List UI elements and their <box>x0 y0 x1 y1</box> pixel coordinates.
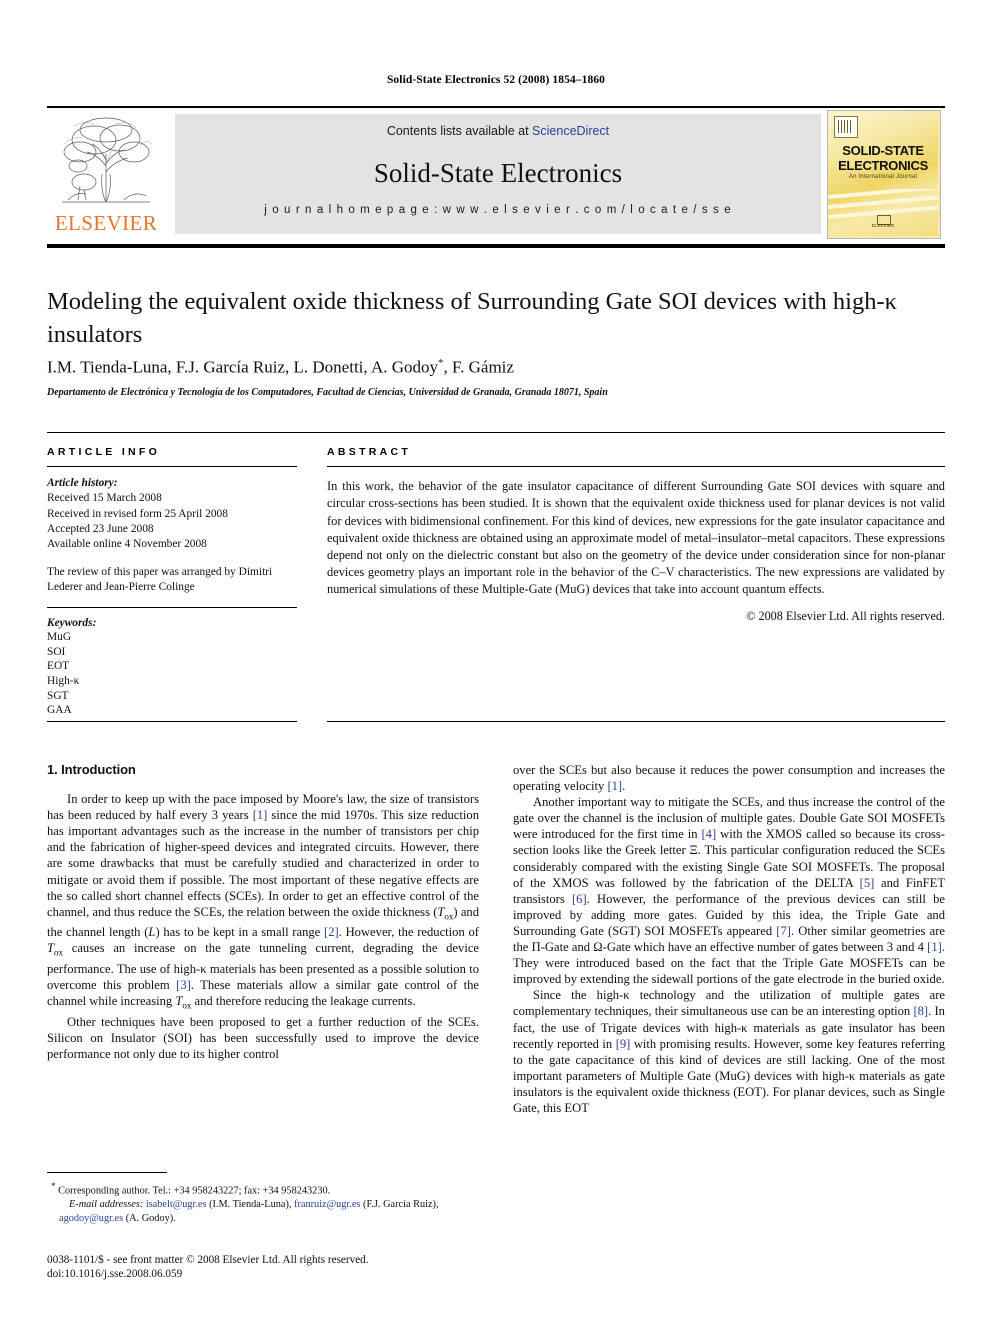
article-info-divider <box>47 466 297 468</box>
paragraph: In order to keep up with the pace impose… <box>47 792 479 1011</box>
abstract-text: In this work, the behavior of the gate i… <box>327 479 945 597</box>
elsevier-logo: ELSEVIER <box>47 110 165 238</box>
email-link[interactable]: agodoy@ugr.es <box>59 1213 123 1224</box>
authors-main: I.M. Tienda-Luna, F.J. García Ruiz, L. D… <box>47 357 439 377</box>
cover-elsevier-icon <box>834 116 858 138</box>
paragraph: Another important way to mitigate the SC… <box>513 795 946 987</box>
footnote-block: * Corresponding author. Tel.: +34 958243… <box>47 1180 479 1225</box>
article-info-column: ARTICLE INFO Article history: Received 1… <box>47 446 297 718</box>
review-note: The review of this paper was arranged by… <box>47 566 273 594</box>
article-history-label: Article history: <box>47 477 118 490</box>
footnote-rule <box>47 1172 167 1174</box>
cover-title-line2: ELECTRONICS <box>838 158 928 173</box>
masthead-bottom-rule <box>47 244 945 248</box>
abstract-divider <box>327 466 945 468</box>
article-info-heading: ARTICLE INFO <box>47 446 161 458</box>
history-item: Received in revised form 25 April 2008 <box>47 507 228 520</box>
info-top-rule <box>47 432 945 434</box>
email-owner: (A. Godoy). <box>125 1212 176 1224</box>
contents-available-line: Contents lists available at ScienceDirec… <box>175 124 821 138</box>
journal-masthead: ELSEVIER Contents lists available at Sci… <box>47 110 945 239</box>
elsevier-tree-icon <box>54 114 158 210</box>
abstract-bottom-rule <box>327 721 945 723</box>
cover-subtitle: An International Journal <box>848 174 918 180</box>
paragraph: Other techniques have been proposed to g… <box>47 1014 479 1062</box>
keyword-item: SGT <box>47 689 69 702</box>
citation-ref[interactable]: [6] <box>572 892 587 906</box>
cover-title-line1: SOLID-STATE <box>842 143 924 158</box>
issn-line: 0038-1101/$ - see front matter © 2008 El… <box>47 1254 369 1266</box>
section-heading-introduction: 1. Introduction <box>47 762 136 777</box>
keyword-item: EOT <box>47 660 70 673</box>
citation-ref[interactable]: [2] <box>324 925 339 939</box>
citation-ref[interactable]: [1] <box>927 940 942 954</box>
email-owner: (I.M. Tienda-Luna) <box>209 1199 289 1211</box>
journal-title: Solid-State Electronics <box>373 158 623 188</box>
contents-prefix: Contents lists available at <box>386 124 533 138</box>
cover-footer-label: ELSEVIER <box>871 223 895 228</box>
corresponding-author-text: Corresponding author. Tel.: +34 95824322… <box>58 1185 331 1197</box>
info-bottom-rule <box>47 721 297 723</box>
sciencedirect-link[interactable]: ScienceDirect <box>532 124 609 138</box>
keywords-label: Keywords: <box>47 616 97 629</box>
asterisk-icon: * <box>51 1181 56 1191</box>
keywords-divider <box>47 606 297 608</box>
history-item: Available online 4 November 2008 <box>47 537 207 550</box>
citation-ref[interactable]: [1] <box>607 779 622 793</box>
citation-ref[interactable]: [4] <box>701 827 716 841</box>
body-column-right: over the SCEs but also because it reduce… <box>513 762 945 1116</box>
citation-ref[interactable]: [7] <box>776 924 791 938</box>
abstract-heading: ABSTRACT <box>327 446 412 458</box>
author-list: I.M. Tienda-Luna, F.J. García Ruiz, L. D… <box>47 357 927 378</box>
keyword-item: GAA <box>47 704 72 717</box>
journal-cover-thumbnail: SOLID-STATE ELECTRONICS An International… <box>827 110 941 239</box>
authors-tail: , F. Gámiz <box>443 357 514 377</box>
abstract-column: ABSTRACT In this work, the behavior of t… <box>327 446 945 624</box>
citation-ref[interactable]: [8] <box>913 1004 928 1018</box>
keywords-block: Keywords: MuG SOI EOT High-κ SGT GAA <box>47 616 297 718</box>
email-owner: (F.J. García Ruiz) <box>363 1199 436 1211</box>
journal-homepage[interactable]: j o u r n a l h o m e p a g e : w w w . … <box>175 204 821 216</box>
citation-ref[interactable]: [9] <box>616 1037 631 1051</box>
body-column-left: 1. Introduction In order to keep up with… <box>47 762 479 1062</box>
abstract-copyright: © 2008 Elsevier Ltd. All rights reserved… <box>746 608 945 623</box>
keyword-item: SOI <box>47 645 66 658</box>
citation-ref[interactable]: [1] <box>253 808 268 822</box>
email-addresses-note: E-mail addresses: isabelt@ugr.es (I.M. T… <box>59 1199 439 1224</box>
running-head: Solid-State Electronics 52 (2008) 1854–1… <box>386 74 606 86</box>
article-history: Article history: Received 15 March 2008 … <box>47 476 297 595</box>
imprint-block: 0038-1101/$ - see front matter © 2008 El… <box>47 1253 507 1282</box>
masthead-band: Contents lists available at ScienceDirec… <box>175 114 821 234</box>
history-item: Accepted 23 June 2008 <box>47 522 154 535</box>
citation-ref[interactable]: [3] <box>176 978 191 992</box>
email-link[interactable]: isabelt@ugr.es <box>146 1199 207 1210</box>
citation-ref[interactable]: [5] <box>860 876 875 890</box>
doi-line[interactable]: doi:10.1016/j.sse.2008.06.059 <box>47 1267 507 1281</box>
corresponding-author-note: * Corresponding author. Tel.: +34 958243… <box>47 1180 479 1198</box>
elsevier-wordmark: ELSEVIER <box>54 211 158 235</box>
paragraph: Since the high-κ technology and the util… <box>513 988 945 1115</box>
keyword-item: High-κ <box>47 674 80 687</box>
email-link[interactable]: franruiz@ugr.es <box>294 1199 360 1210</box>
paper-page: Solid-State Electronics 52 (2008) 1854–1… <box>0 0 992 1323</box>
affiliation: Departamento de Electrónica y Tecnología… <box>47 387 608 398</box>
email-label: E-mail addresses: <box>69 1199 144 1211</box>
keyword-item: MuG <box>47 631 72 644</box>
history-item: Received 15 March 2008 <box>47 492 162 505</box>
masthead-top-rule <box>47 106 945 108</box>
page-title: Modeling the equivalent oxide thickness … <box>47 288 897 348</box>
paragraph: over the SCEs but also because it reduce… <box>513 763 945 794</box>
